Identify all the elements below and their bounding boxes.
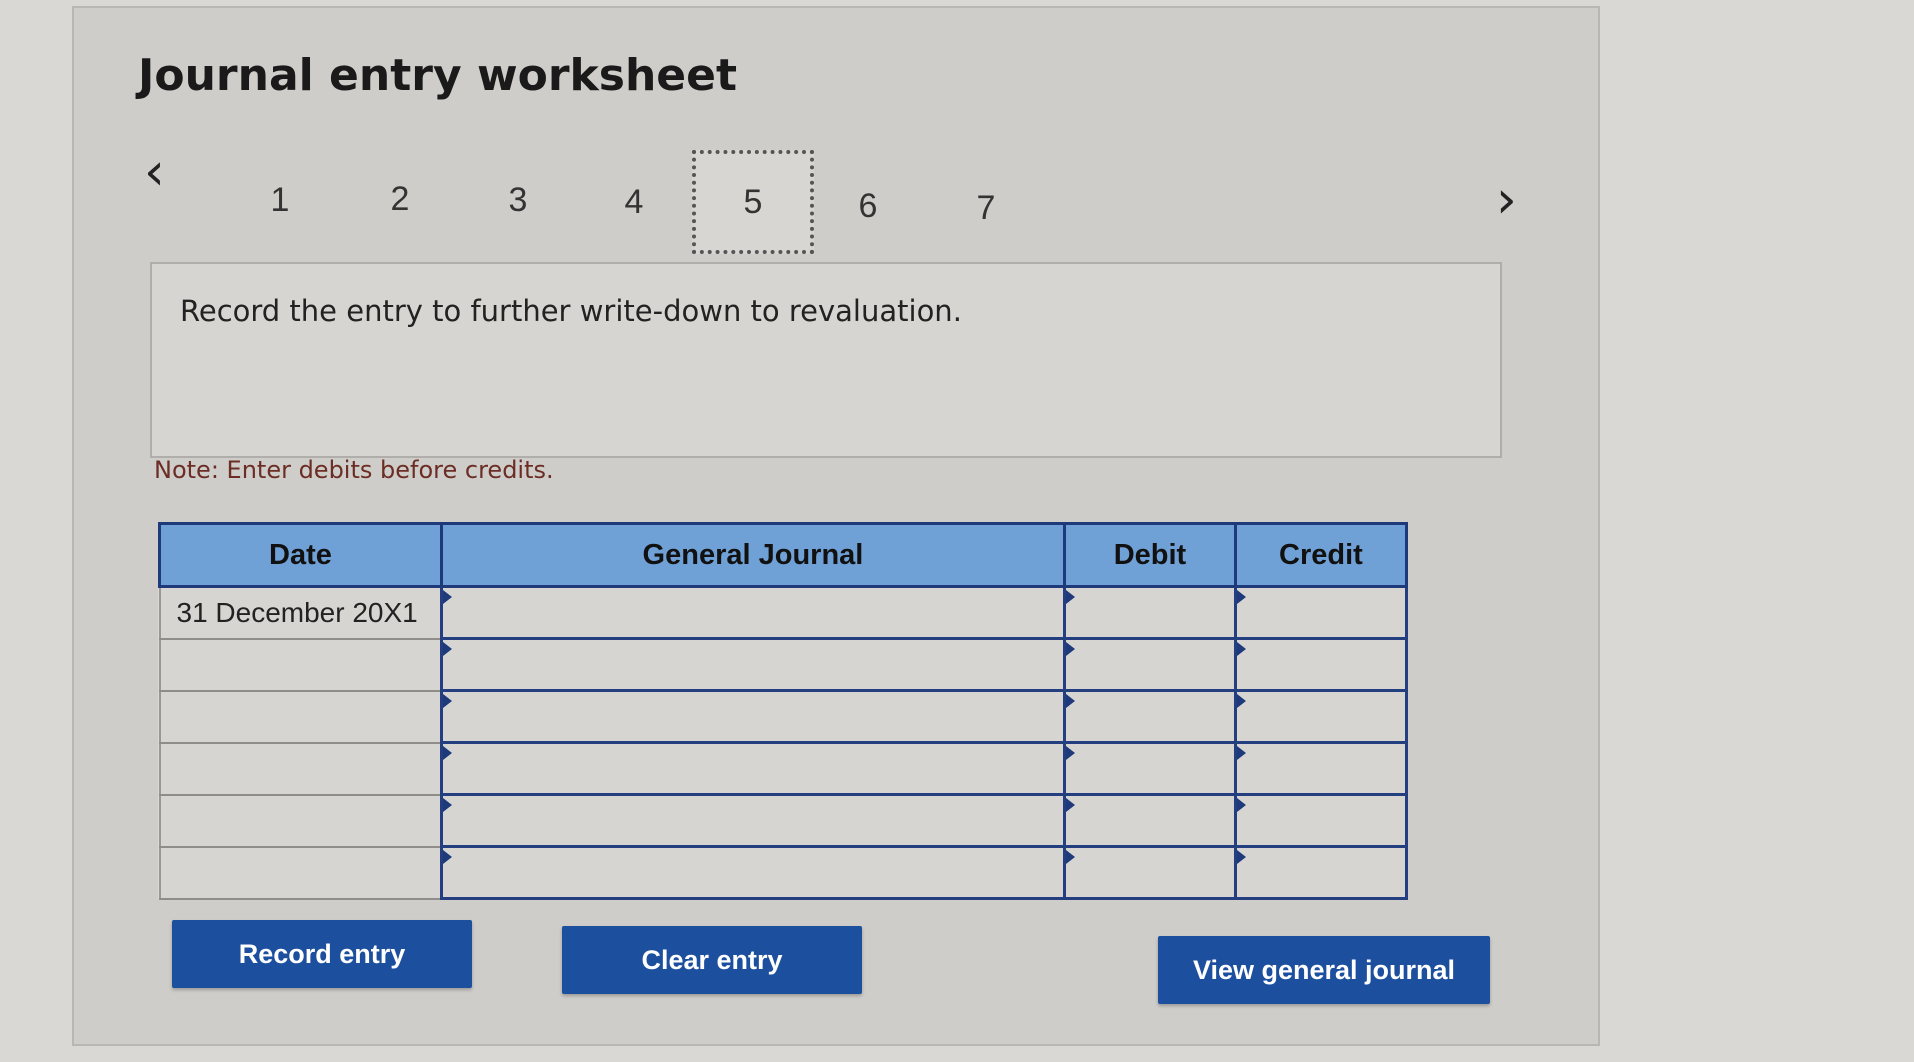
date-cell xyxy=(158,689,443,744)
credit-header: Credit xyxy=(1233,522,1409,588)
date-cell: 31 December 20X1 xyxy=(158,585,443,640)
debit-input[interactable] xyxy=(1063,689,1237,744)
table-row xyxy=(158,637,1409,692)
tab-6[interactable]: 6 xyxy=(818,156,918,256)
tab-4[interactable]: 4 xyxy=(584,152,684,252)
account-select[interactable] xyxy=(439,793,1067,848)
credit-input[interactable] xyxy=(1233,637,1409,692)
instruction-box: Record the entry to further write-down t… xyxy=(150,262,1502,458)
page-title: Journal entry worksheet xyxy=(138,50,738,101)
note-text: Note: Enter debits before credits. xyxy=(154,456,554,484)
clear-entry-button[interactable]: Clear entry xyxy=(562,926,862,994)
table-row xyxy=(158,845,1409,900)
credit-input[interactable] xyxy=(1233,741,1409,796)
table-row xyxy=(158,741,1409,796)
chevron-right-icon[interactable]: › xyxy=(1496,174,1517,226)
debit-input[interactable] xyxy=(1063,845,1237,900)
account-select[interactable] xyxy=(439,741,1067,796)
account-select[interactable] xyxy=(439,689,1067,744)
journal-table: Date General Journal Debit Credit 31 Dec… xyxy=(158,522,1409,900)
date-header: Date xyxy=(158,522,443,588)
instruction-text: Record the entry to further write-down t… xyxy=(180,294,962,328)
chevron-left-icon[interactable]: ‹ xyxy=(144,146,165,198)
debit-input[interactable] xyxy=(1063,793,1237,848)
account-select[interactable] xyxy=(439,845,1067,900)
debit-input[interactable] xyxy=(1063,637,1237,692)
credit-input[interactable] xyxy=(1233,585,1409,640)
record-entry-button[interactable]: Record entry xyxy=(172,920,472,988)
table-row xyxy=(158,689,1409,744)
view-general-journal-button[interactable]: View general journal xyxy=(1158,936,1490,1004)
credit-input[interactable] xyxy=(1233,845,1409,900)
table-header-row: Date General Journal Debit Credit xyxy=(158,522,1409,588)
credit-input[interactable] xyxy=(1233,689,1409,744)
tab-7[interactable]: 7 xyxy=(936,158,1036,258)
tab-1[interactable]: 1 xyxy=(230,150,330,250)
date-cell xyxy=(158,637,443,692)
account-select[interactable] xyxy=(439,637,1067,692)
date-cell xyxy=(158,741,443,796)
general-journal-header: General Journal xyxy=(439,522,1067,588)
tab-2[interactable]: 2 xyxy=(350,149,450,249)
date-cell xyxy=(158,845,443,900)
debit-header: Debit xyxy=(1063,522,1237,588)
date-cell xyxy=(158,793,443,848)
tab-3[interactable]: 3 xyxy=(468,150,568,250)
debit-input[interactable] xyxy=(1063,741,1237,796)
table-row xyxy=(158,793,1409,848)
account-select[interactable] xyxy=(439,585,1067,640)
credit-input[interactable] xyxy=(1233,793,1409,848)
tab-5[interactable]: 5 xyxy=(692,150,814,254)
debit-input[interactable] xyxy=(1063,585,1237,640)
table-row: 31 December 20X1 xyxy=(158,585,1409,640)
